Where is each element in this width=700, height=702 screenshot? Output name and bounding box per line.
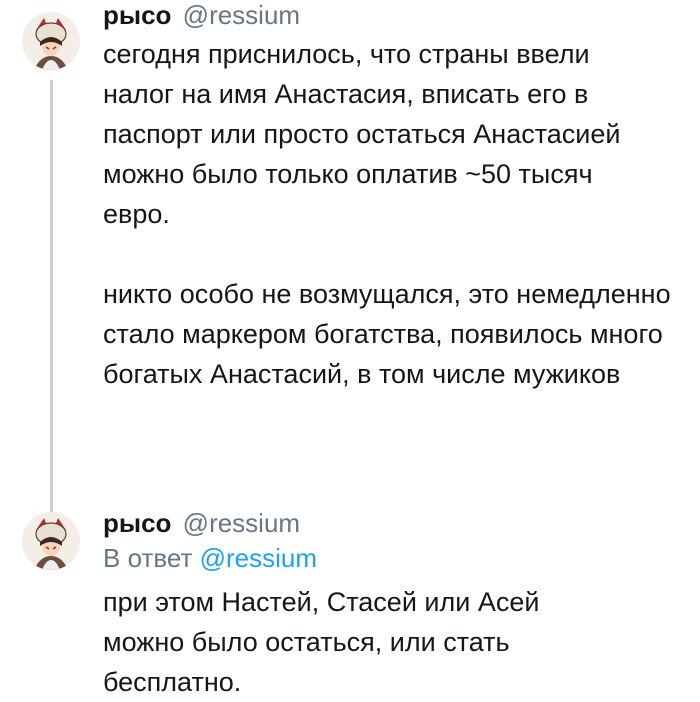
tweet-header: рысо @ressium — [103, 500, 680, 538]
tweet-reply[interactable]: рысо @ressium В ответ @ressium при этом … — [0, 500, 700, 697]
avatar-image — [22, 512, 80, 570]
reply-prefix: В ответ — [103, 543, 193, 573]
avatar[interactable] — [22, 512, 80, 570]
tweet-text-paragraph: сегодня приснилось, что страны ввели нал… — [103, 39, 621, 229]
display-name[interactable]: рысо — [103, 0, 171, 30]
tweet[interactable]: рысо @ressium сегодня приснилось, что ст… — [0, 0, 700, 470]
reply-context: В ответ @ressium — [103, 542, 680, 574]
tweet-content: рысо @ressium сегодня приснилось, что ст… — [103, 0, 680, 394]
user-handle[interactable]: @ressium — [183, 508, 300, 538]
tweet-text-paragraph: никто особо не возмущался, это немедленн… — [103, 279, 671, 389]
tweet-content: рысо @ressium В ответ @ressium при этом … — [103, 500, 680, 702]
reply-handle-link[interactable]: @ressium — [200, 543, 317, 573]
avatar-image — [22, 12, 80, 70]
user-handle[interactable]: @ressium — [183, 0, 300, 30]
display-name[interactable]: рысо — [103, 508, 171, 538]
tweet-header: рысо @ressium — [103, 0, 680, 30]
tweet-text-paragraph: при этом Настей, Стасей или Асей можно б… — [103, 587, 540, 697]
avatar[interactable] — [22, 12, 80, 70]
